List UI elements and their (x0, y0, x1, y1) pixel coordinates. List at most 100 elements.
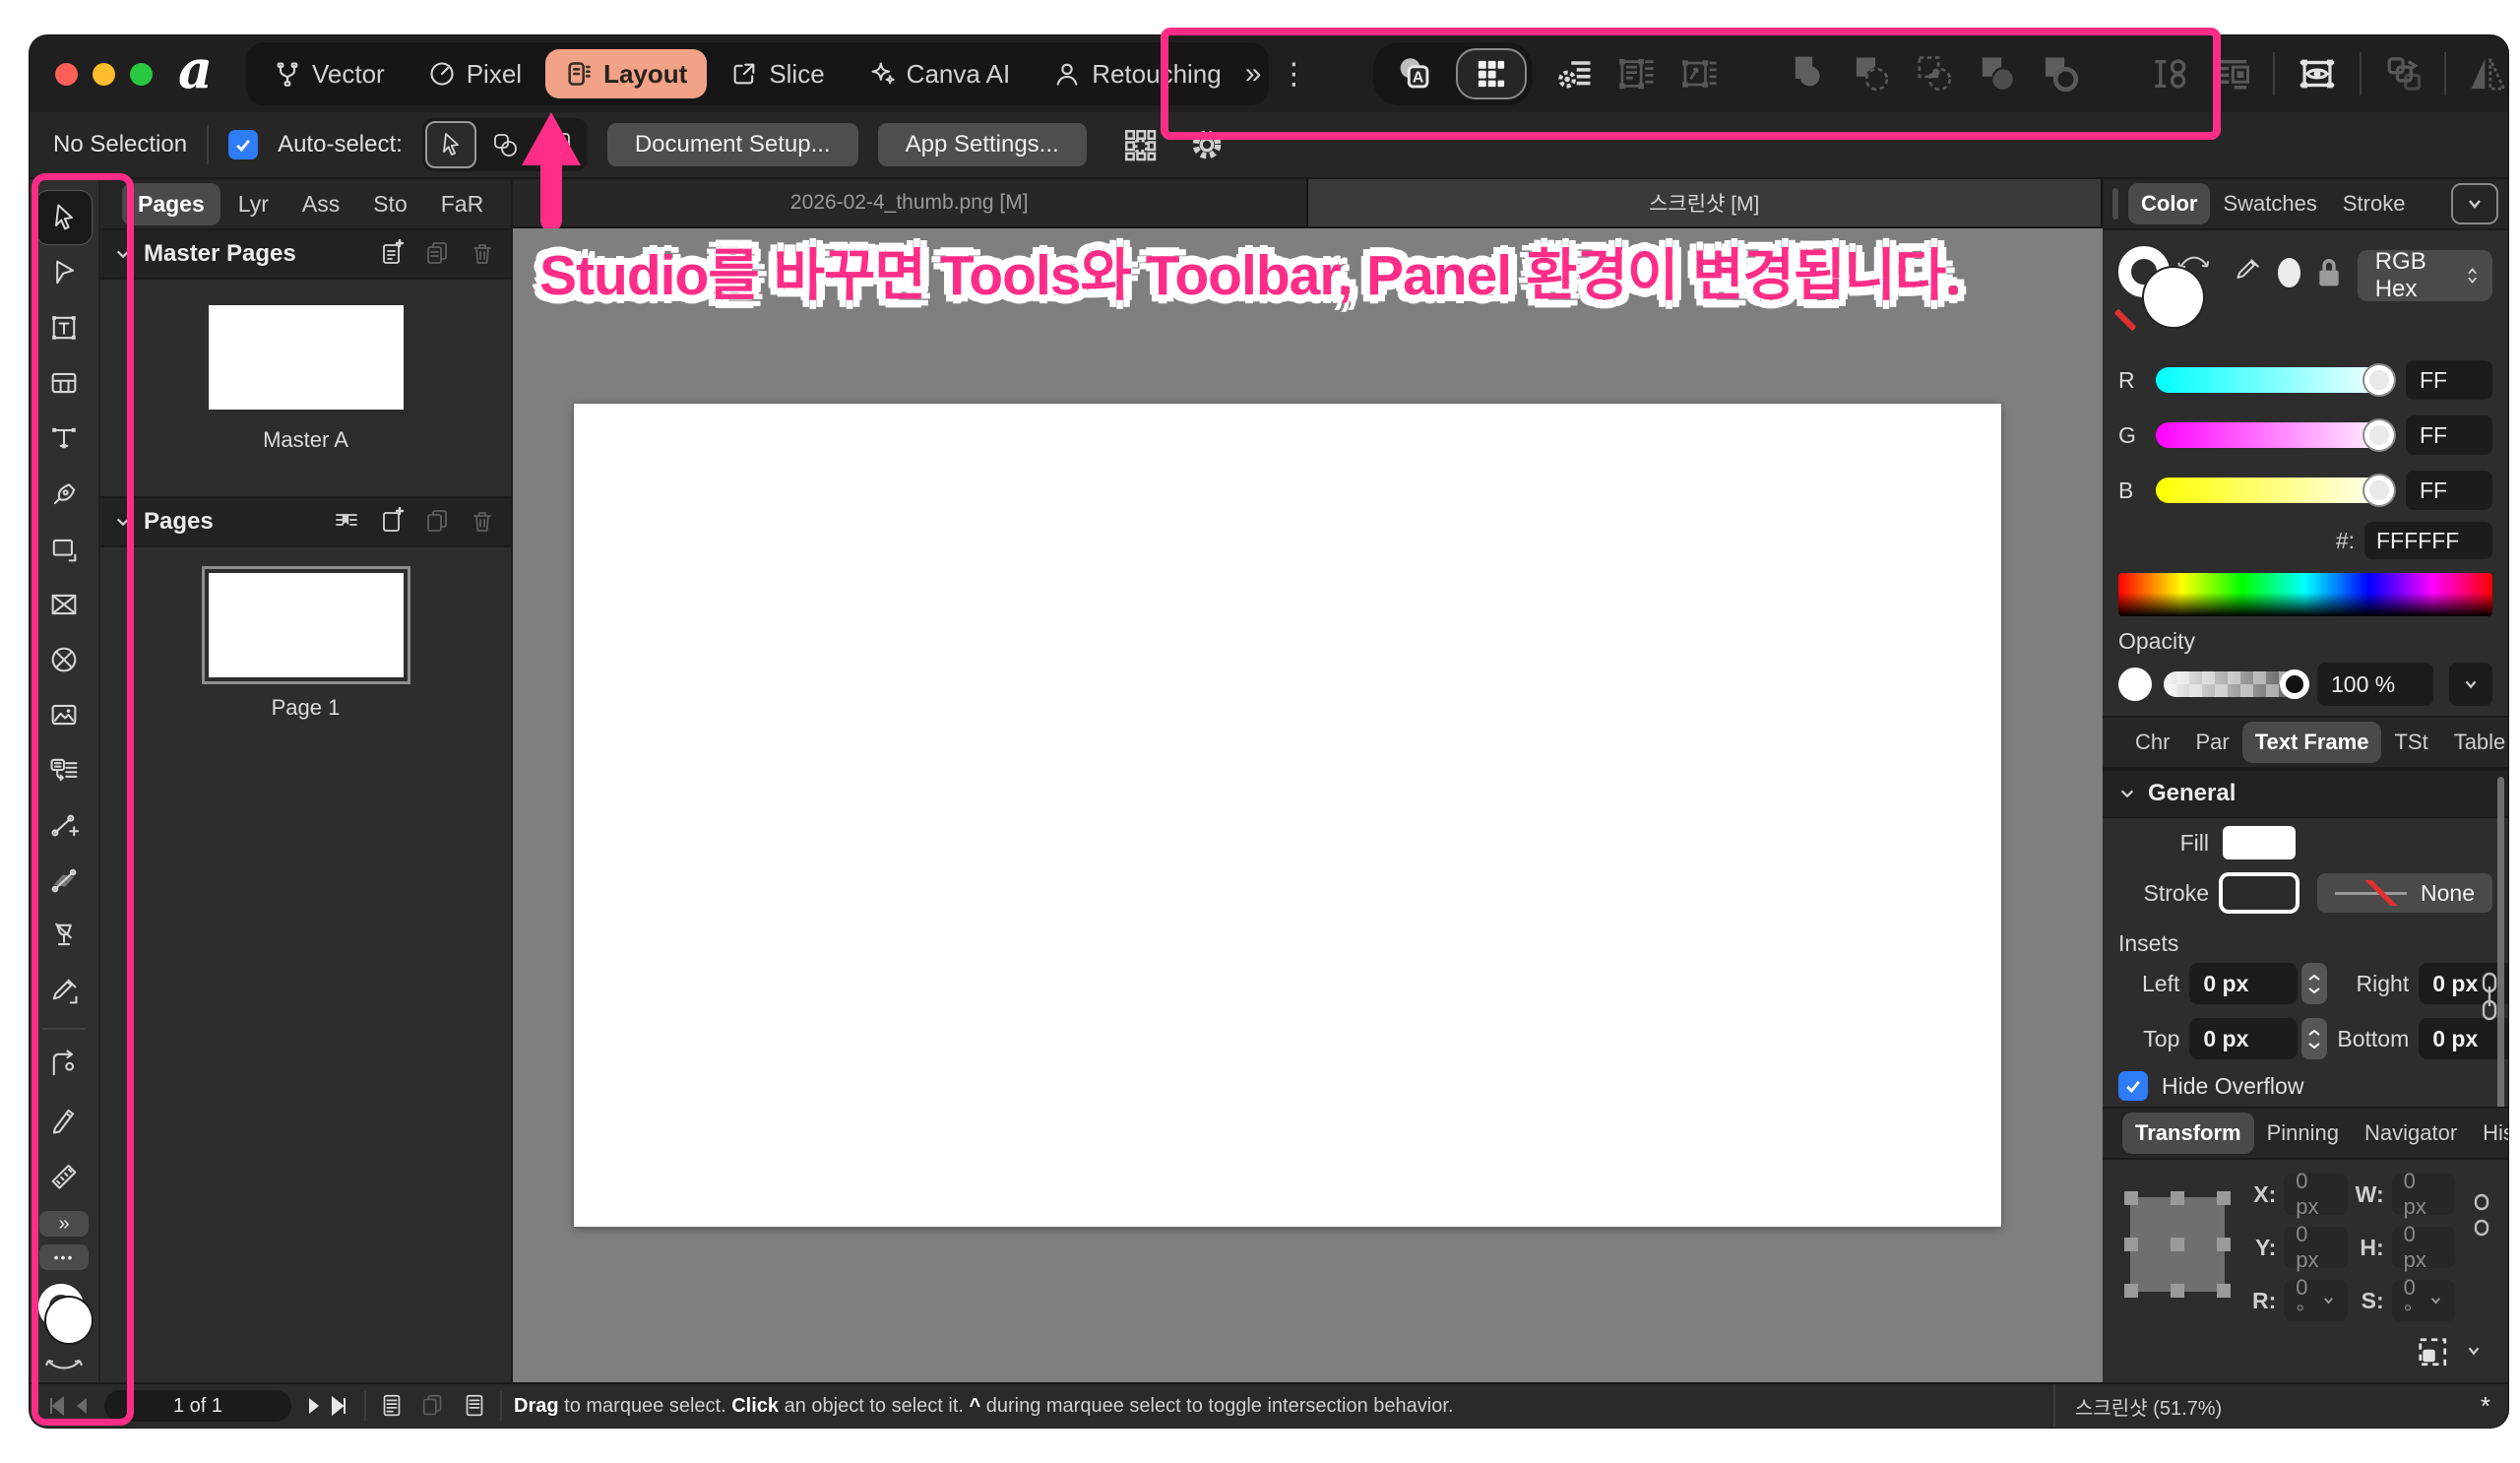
red-value[interactable]: FF (2406, 360, 2492, 400)
fill-stroke-wells[interactable] (34, 1284, 94, 1357)
style-picker-tool[interactable] (36, 909, 92, 962)
hide-overflow-row[interactable]: Hide Overflow (2103, 1059, 2508, 1101)
red-slider-handle[interactable] (2364, 365, 2394, 395)
studio-tab-vector[interactable]: Vector (254, 49, 405, 98)
color-picker-tool[interactable] (36, 965, 92, 1018)
panel-scrollbar[interactable] (2497, 777, 2504, 1107)
select-cursor-mode[interactable] (425, 121, 476, 168)
studio-settings-button[interactable] (1552, 52, 1596, 95)
page-list-icon[interactable] (461, 1392, 488, 1420)
tab-stroke[interactable]: Stroke (2330, 183, 2419, 224)
preview-mode-button[interactable] (2295, 51, 2340, 96)
flip-button[interactable] (2466, 52, 2508, 95)
app-settings-button[interactable]: App Settings... (878, 123, 1087, 166)
inset-top-stepper[interactable] (2301, 1018, 2327, 1059)
preferences-button[interactable] (1187, 125, 1227, 164)
color-wells[interactable] (2118, 242, 2181, 337)
tab-stock[interactable]: Sto (357, 183, 423, 225)
page-item[interactable]: Page 1 (100, 547, 511, 721)
boolean-subtract-button[interactable] (1850, 52, 1893, 95)
duplicate-page-icon[interactable] (422, 507, 452, 537)
panel-grip[interactable] (2112, 188, 2118, 220)
tab-pages[interactable]: Pages (122, 183, 220, 225)
inset-left-stepper[interactable] (2301, 963, 2327, 1004)
glyph-view-toggle-button[interactable]: A (1379, 48, 1450, 99)
frame-transform-button[interactable] (1678, 52, 1722, 95)
blue-slider[interactable] (2156, 477, 2392, 503)
doc-tab-active[interactable]: 스크린샷 [M] (1308, 179, 2104, 226)
tab-assets[interactable]: Ass (286, 183, 355, 225)
tab-history[interactable]: History (2470, 1113, 2508, 1154)
studio-tab-layout[interactable]: Layout (545, 49, 707, 98)
pencil-tool[interactable] (36, 1093, 92, 1146)
pages-header[interactable]: Pages (100, 496, 511, 547)
tab-pinning[interactable]: Pinning (2254, 1113, 2352, 1154)
green-slider-handle[interactable] (2364, 420, 2394, 450)
studio-tab-canva-ai[interactable]: Canva AI (849, 49, 1031, 98)
opacity-dropdown[interactable] (2449, 663, 2492, 706)
tab-table[interactable]: Table (2441, 722, 2508, 763)
frame-fill-swatch[interactable] (2223, 826, 2296, 859)
blue-value[interactable]: FF (2406, 471, 2492, 510)
add-page-icon[interactable] (377, 507, 407, 537)
picked-color-swatch[interactable] (2278, 258, 2300, 287)
single-page-icon[interactable] (378, 1392, 406, 1420)
studio-tab-slice[interactable]: Slice (711, 49, 844, 98)
tab-paragraph[interactable]: Par (2182, 722, 2241, 763)
text-wrap-button[interactable] (2210, 52, 2253, 95)
place-image-tool[interactable] (36, 688, 92, 741)
green-value[interactable]: FF (2406, 415, 2492, 455)
grid-view-toggle-button[interactable] (1456, 48, 1527, 99)
hide-overflow-checkbox[interactable] (2118, 1071, 2148, 1101)
frame-text-edit-button[interactable] (1615, 52, 1659, 95)
apply-master-icon[interactable] (332, 507, 361, 537)
hex-input[interactable]: FFFFFF (2364, 522, 2492, 559)
tab-character[interactable]: Chr (2122, 722, 2182, 763)
y-field[interactable]: 0 px (2284, 1227, 2347, 1268)
fill-color-well[interactable] (2144, 268, 2203, 327)
node-tool[interactable] (36, 246, 92, 299)
opacity-slider-handle[interactable] (2280, 669, 2309, 699)
w-field[interactable]: 0 px (2392, 1174, 2455, 1215)
close-window-button[interactable] (55, 63, 78, 86)
tab-swatches[interactable]: Swatches (2210, 183, 2329, 224)
first-page-button[interactable] (43, 1393, 69, 1419)
minimize-window-button[interactable] (93, 63, 115, 86)
opacity-slider[interactable] (2164, 671, 2305, 697)
frame-stroke-swatch[interactable] (2223, 876, 2296, 910)
pen-tool[interactable] (36, 468, 92, 521)
duplicate-view-icon[interactable] (419, 1392, 447, 1420)
opacity-value[interactable]: 100 % (2317, 663, 2433, 706)
h-field[interactable]: 0 px (2392, 1227, 2455, 1268)
transparency-tool[interactable] (36, 854, 92, 907)
boolean-intersect-button[interactable] (1913, 52, 1956, 95)
boolean-combine-button[interactable] (2039, 52, 2082, 95)
link-dimensions-icon[interactable] (2471, 1189, 2492, 1240)
measure-tool[interactable] (36, 1148, 92, 1201)
auto-select-checkbox[interactable] (228, 130, 258, 159)
color-mode-dropdown[interactable]: RGB Hex (2358, 250, 2492, 301)
delete-page-icon[interactable] (468, 507, 497, 537)
titlebar-more-button[interactable]: ⋮ (1269, 57, 1318, 92)
page-indicator[interactable]: 1 of 1 (104, 1390, 291, 1422)
canvas-viewport[interactable] (513, 228, 2103, 1382)
transform-origin-icon[interactable] (2412, 1331, 2451, 1370)
zoom-window-button[interactable] (130, 63, 153, 86)
rectangle-picture-frame-tool[interactable] (36, 578, 92, 631)
master-page-thumbnail[interactable] (209, 305, 404, 410)
master-pages-header[interactable]: Master Pages (100, 228, 511, 280)
frame-text-tool[interactable] (36, 301, 92, 354)
rectangle-tool[interactable] (36, 523, 92, 576)
page-thumbnail[interactable] (209, 573, 404, 677)
x-field[interactable]: 0 px (2284, 1174, 2347, 1215)
tab-layers[interactable]: Lyr (222, 183, 284, 225)
next-page-button[interactable] (301, 1393, 327, 1419)
shear-field[interactable]: 0 ° (2392, 1280, 2455, 1321)
inset-bottom-field[interactable]: 0 px (2419, 1018, 2508, 1059)
studio-overflow-button[interactable]: » (1245, 57, 1262, 91)
transform-duplicate-button[interactable] (2381, 52, 2425, 95)
tab-navigator[interactable]: Navigator (2352, 1113, 2470, 1154)
document-setup-button[interactable]: Document Setup... (607, 123, 858, 166)
document-page[interactable] (574, 404, 2001, 1227)
ignore-text-wraps-row[interactable]: Ignore Text Wraps (2103, 1101, 2508, 1107)
